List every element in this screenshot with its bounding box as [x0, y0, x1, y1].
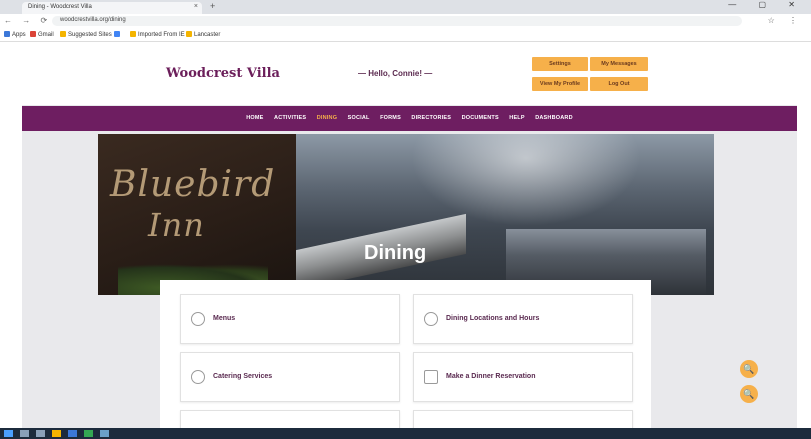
- card-menus[interactable]: Menus: [180, 294, 400, 344]
- hero-sign-panel: Bluebird Inn: [98, 134, 296, 295]
- card-label: Dining Locations and Hours: [446, 315, 540, 322]
- url-input[interactable]: woodcrestvilla.org/dining: [52, 16, 742, 26]
- folder-icon: [130, 31, 136, 37]
- log-out-button[interactable]: Log Out: [590, 77, 648, 91]
- web-page: Woodcrest Villa — Hello, Connie! — Setti…: [22, 42, 797, 428]
- folder-icon: [186, 31, 192, 37]
- browser-tab[interactable]: Dining - Woodcrest Villa ×: [22, 2, 202, 14]
- browser-tabstrip: Dining - Woodcrest Villa × + — ▢ ✕: [0, 0, 811, 14]
- bookmark-unnamed[interactable]: [114, 31, 122, 38]
- nav-forms[interactable]: FORMS: [380, 106, 401, 131]
- bookmark-apps[interactable]: Apps: [4, 31, 26, 38]
- card-more-left[interactable]: [180, 410, 400, 428]
- bookmarks-bar: Apps Gmail Suggested Sites Imported From…: [0, 28, 811, 42]
- view-profile-button[interactable]: View My Profile: [532, 77, 588, 91]
- browser-menu-icons[interactable]: ☆ ⋮: [768, 16, 803, 25]
- my-messages-button[interactable]: My Messages: [590, 57, 648, 71]
- task-view-icon[interactable]: [36, 430, 45, 437]
- card-label: Make a Dinner Reservation: [446, 373, 536, 380]
- card-dining-locations[interactable]: Dining Locations and Hours: [413, 294, 633, 344]
- file-explorer-icon[interactable]: [52, 430, 61, 437]
- card-label: Catering Services: [213, 373, 273, 380]
- hero-dining-photo: [296, 134, 714, 295]
- app-icon[interactable]: [68, 430, 77, 437]
- dining-links-panel: Menus Dining Locations and Hours Caterin…: [160, 280, 651, 428]
- zoom-in-button[interactable]: 🔍: [740, 360, 758, 378]
- chrome-icon[interactable]: [84, 430, 93, 437]
- catering-icon: [191, 370, 205, 384]
- apps-icon: [4, 31, 10, 37]
- menu-icon: [191, 312, 205, 326]
- reservation-icon: [424, 370, 438, 384]
- nav-dining[interactable]: DINING: [317, 106, 337, 131]
- window-controls[interactable]: — ▢ ✕: [728, 0, 805, 9]
- nav-home[interactable]: HOME: [246, 106, 263, 131]
- sign-text-bluebird: Bluebird: [110, 164, 276, 205]
- tab-title: Dining - Woodcrest Villa: [28, 4, 92, 10]
- bookmark-imported-ie[interactable]: Imported From IE: [130, 31, 185, 38]
- browser-addressbar: ← → ⟳ ⌂ woodcrestvilla.org/dining ☆ ⋮: [0, 14, 811, 28]
- site-logo[interactable]: Woodcrest Villa: [166, 66, 280, 81]
- tab-close-icon[interactable]: ×: [194, 3, 198, 10]
- main-nav: HOME ACTIVITIES DINING SOCIAL FORMS DIRE…: [22, 106, 797, 131]
- start-icon[interactable]: [4, 430, 13, 437]
- bookmark-lancaster[interactable]: Lancaster: [186, 31, 220, 38]
- folder-icon: [60, 31, 66, 37]
- gmail-icon: [30, 31, 36, 37]
- card-catering[interactable]: Catering Services: [180, 352, 400, 402]
- app-icon[interactable]: [100, 430, 109, 437]
- zoom-out-button[interactable]: 🔍: [740, 385, 758, 403]
- nav-directories[interactable]: DIRECTORIES: [411, 106, 451, 131]
- hero-banner: Bluebird Inn Dining: [98, 134, 714, 295]
- nav-activities[interactable]: ACTIVITIES: [274, 106, 306, 131]
- card-dinner-reservation[interactable]: Make a Dinner Reservation: [413, 352, 633, 402]
- settings-button[interactable]: Settings: [532, 57, 588, 71]
- nav-dashboard[interactable]: DASHBOARD: [535, 106, 573, 131]
- bookmark-icon: [114, 31, 120, 37]
- clock-icon: [424, 312, 438, 326]
- taskbar: [0, 428, 811, 439]
- search-icon[interactable]: [20, 430, 29, 437]
- new-tab-button[interactable]: +: [210, 1, 215, 11]
- bookmark-suggested-sites[interactable]: Suggested Sites: [60, 31, 112, 38]
- site-header: Woodcrest Villa — Hello, Connie! — Setti…: [22, 42, 797, 105]
- sign-text-inn: Inn: [148, 206, 205, 244]
- nav-documents[interactable]: DOCUMENTS: [462, 106, 499, 131]
- card-more-right[interactable]: [413, 410, 633, 428]
- greeting: — Hello, Connie! —: [358, 69, 433, 78]
- page-title: Dining: [364, 242, 427, 264]
- bookmark-gmail[interactable]: Gmail: [30, 31, 54, 38]
- nav-social[interactable]: SOCIAL: [348, 106, 370, 131]
- nav-help[interactable]: HELP: [509, 106, 524, 131]
- card-label: Menus: [213, 315, 236, 322]
